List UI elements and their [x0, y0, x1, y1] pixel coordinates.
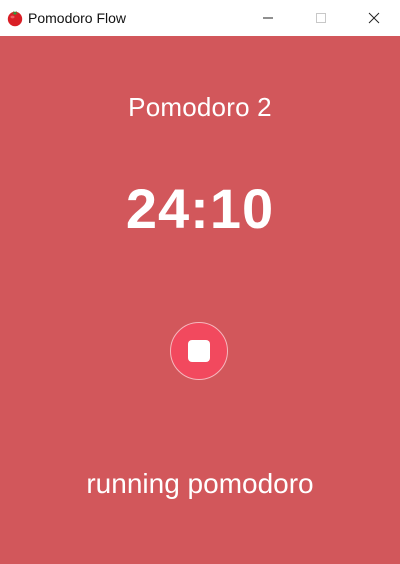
maximize-icon [315, 13, 326, 23]
close-button[interactable] [347, 0, 400, 36]
stop-button[interactable] [170, 322, 228, 380]
app-window: Pomodoro Flow Pomodoro 2 24:10 running p… [0, 0, 400, 564]
stop-icon [188, 340, 210, 362]
maximize-button [294, 0, 347, 36]
status-text: running pomodoro [86, 468, 314, 499]
window-controls [241, 0, 400, 36]
window-title: Pomodoro Flow [28, 10, 127, 26]
main-content: Pomodoro 2 24:10 running pomodoro [0, 36, 400, 564]
minimize-button[interactable] [241, 0, 294, 36]
timer-display: 24:10 [125, 177, 275, 240]
title-bar[interactable]: Pomodoro Flow [0, 0, 400, 36]
tomato-icon [6, 9, 24, 27]
close-icon [368, 12, 379, 24]
session-title: Pomodoro 2 [128, 92, 272, 122]
minimize-icon [262, 17, 273, 19]
